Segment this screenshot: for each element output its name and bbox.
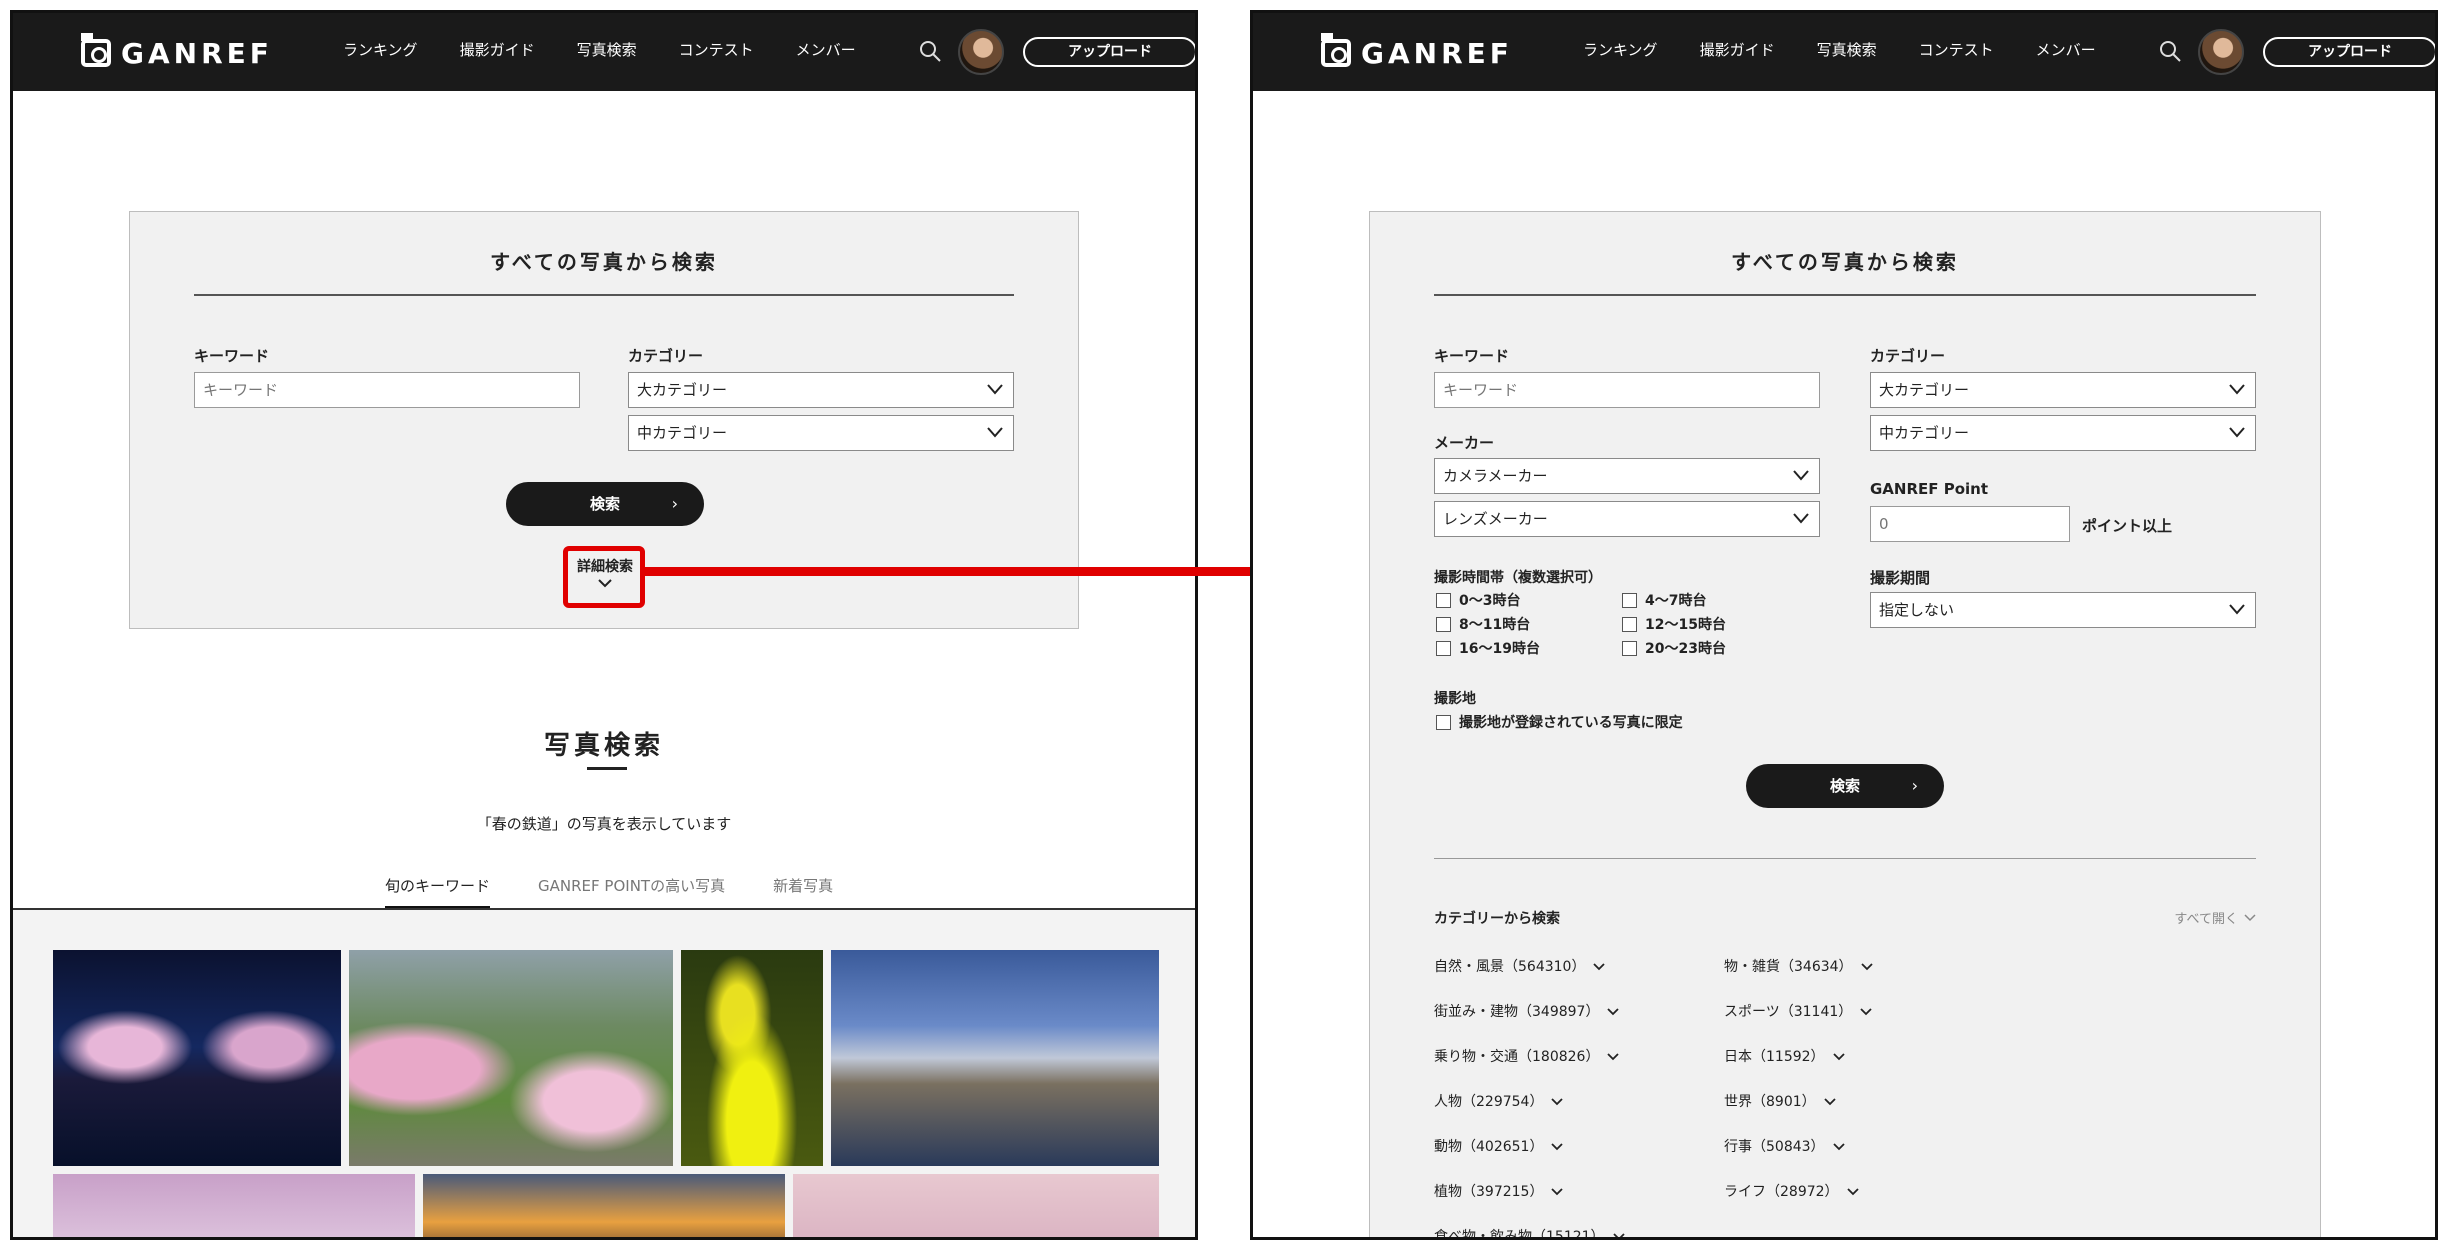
lens-maker-select[interactable]: レンズメーカー: [1434, 501, 1820, 537]
checkbox[interactable]: [1436, 592, 1451, 608]
chevron-down-icon: [1832, 1142, 1845, 1150]
right-screenshot-panel: GANREF ランキング 撮影ガイド 写真検索 コンテスト メンバー アップロー…: [1250, 10, 2438, 1240]
chevron-down-icon: [2244, 914, 2256, 922]
category-item[interactable]: 日本（11592）: [1724, 1046, 1845, 1066]
time-slot-checkbox[interactable]: 8〜11時台: [1436, 614, 1530, 634]
time-slot-checkbox[interactable]: 12〜15時台: [1622, 614, 1726, 634]
open-all-label: すべて開く: [2174, 912, 2238, 927]
minor-category-select[interactable]: 中カテゴリー: [1870, 415, 2256, 451]
time-slot-checkbox[interactable]: 16〜19時台: [1436, 638, 1540, 658]
maker-label: メーカー: [1434, 434, 1495, 452]
site-logo[interactable]: GANREF: [1321, 33, 1513, 73]
keyword-input[interactable]: [1434, 372, 1820, 408]
major-category-value: 大カテゴリー: [1879, 381, 1970, 399]
divider: [1434, 858, 2256, 859]
camera-logo-icon: [1321, 33, 1351, 67]
category-item[interactable]: 植物（397215）: [1434, 1181, 1564, 1201]
category-item[interactable]: 乗り物・交通（180826）: [1434, 1046, 1620, 1066]
chevron-down-icon: [1607, 1052, 1620, 1060]
chevron-down-icon: [1607, 1007, 1620, 1015]
chevron-down-icon: [1824, 1097, 1836, 1105]
place-label: 撮影地: [1434, 691, 1476, 707]
checkbox[interactable]: [1622, 592, 1637, 608]
period-value: 指定しない: [1879, 601, 1955, 619]
time-slot-checkbox[interactable]: 20〜23時台: [1622, 638, 1726, 658]
camera-maker-value: カメラメーカー: [1443, 467, 1548, 485]
checkbox[interactable]: [1436, 616, 1451, 632]
point-suffix: ポイント以上: [2082, 517, 2173, 535]
time-slot-checkbox[interactable]: 4〜7時台: [1622, 590, 1706, 610]
chevron-down-icon: [2229, 427, 2245, 438]
category-item[interactable]: 自然・風景（564310）: [1434, 956, 1606, 976]
category-item[interactable]: 行事（50843）: [1724, 1136, 1845, 1156]
chevron-down-icon: [1593, 962, 1606, 970]
chevron-down-icon: [1793, 470, 1809, 481]
site-header: GANREF ランキング 撮影ガイド 写真検索 コンテスト メンバー アップロー…: [1253, 13, 2435, 91]
checkbox[interactable]: [1436, 714, 1451, 730]
upload-button[interactable]: アップロード: [2263, 37, 2435, 67]
chevron-down-icon: [2229, 604, 2245, 615]
divider: [1434, 294, 2256, 296]
main-nav: ランキング 撮影ガイド 写真検索 コンテスト メンバー: [1583, 39, 2096, 60]
checkbox[interactable]: [1436, 640, 1451, 656]
point-input[interactable]: [1870, 506, 2070, 542]
checkbox[interactable]: [1622, 640, 1637, 656]
search-icon[interactable]: [2158, 39, 2182, 63]
place-checkbox[interactable]: 撮影地が登録されている写真に限定: [1436, 712, 1683, 732]
chevron-down-icon: [1860, 962, 1873, 970]
minor-category-value: 中カテゴリー: [1879, 424, 1970, 442]
category-item[interactable]: 動物（402651）: [1434, 1136, 1564, 1156]
chevron-right-icon: ›: [1911, 776, 1918, 795]
chevron-down-icon: [1551, 1097, 1564, 1105]
nav-item-contest[interactable]: コンテスト: [1919, 39, 1994, 60]
period-select[interactable]: 指定しない: [1870, 592, 2256, 628]
chevron-down-icon: [1832, 1052, 1845, 1060]
nav-item-member[interactable]: メンバー: [2036, 39, 2096, 60]
category-item[interactable]: 世界（8901）: [1724, 1091, 1836, 1111]
search-box-title: すべての写真から検索: [1731, 250, 1959, 274]
keyword-label: キーワード: [1434, 347, 1510, 365]
nav-item-photo-search[interactable]: 写真検索: [1817, 39, 1877, 60]
point-label: GANREF Point: [1870, 480, 1989, 498]
open-all-toggle[interactable]: すべて開く: [2174, 908, 2256, 927]
user-avatar[interactable]: [2198, 29, 2244, 75]
nav-item-ranking[interactable]: ランキング: [1583, 39, 1658, 60]
category-item[interactable]: 人物（229754）: [1434, 1091, 1564, 1111]
period-label: 撮影期間: [1870, 569, 1931, 587]
search-button-label: 検索: [1829, 777, 1860, 795]
nav-item-guide[interactable]: 撮影ガイド: [1700, 39, 1775, 60]
chevron-down-icon: [1860, 1007, 1872, 1015]
chevron-down-icon: [2229, 384, 2245, 395]
time-slot-checkbox[interactable]: 0〜3時台: [1436, 590, 1520, 610]
category-item[interactable]: 食べ物・飲み物（15121）: [1434, 1226, 1625, 1237]
category-search-label: カテゴリーから検索: [1434, 911, 1560, 927]
lens-maker-value: レンズメーカー: [1443, 510, 1548, 528]
category-item[interactable]: 街並み・建物（349897）: [1434, 1001, 1620, 1021]
chevron-down-icon: [1793, 513, 1809, 524]
camera-maker-select[interactable]: カメラメーカー: [1434, 458, 1820, 494]
search-button[interactable]: 検索 ›: [1746, 764, 1944, 808]
time-slot-label: 撮影時間帯（複数選択可）: [1434, 570, 1602, 586]
category-item[interactable]: ライフ（28972）: [1724, 1181, 1859, 1201]
chevron-down-icon: [1846, 1187, 1859, 1195]
checkbox[interactable]: [1622, 616, 1637, 632]
chevron-down-icon: [1551, 1142, 1564, 1150]
chevron-down-icon: [1612, 1232, 1625, 1237]
category-item[interactable]: 物・雑貨（34634）: [1724, 956, 1873, 976]
category-label: カテゴリー: [1870, 347, 1946, 365]
detail-search-box: すべての写真から検索 キーワード カテゴリー 大カテゴリー 中カテゴリー メーカ…: [1369, 211, 2321, 1237]
category-item[interactable]: スポーツ（31141）: [1724, 1001, 1872, 1021]
arrow-shaft: [640, 567, 1330, 576]
chevron-down-icon: [1551, 1187, 1564, 1195]
major-category-select[interactable]: 大カテゴリー: [1870, 372, 2256, 408]
